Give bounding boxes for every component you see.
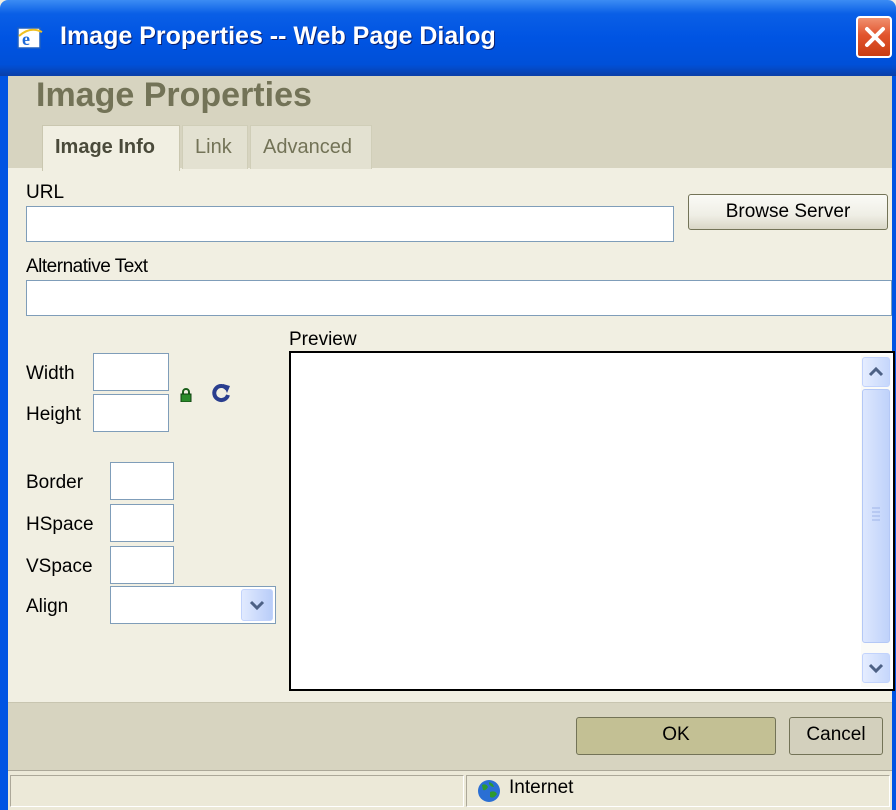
grip-icon [872,507,880,521]
scroll-down-button[interactable] [862,653,890,683]
width-label: Width [26,363,75,384]
scroll-thumb[interactable] [862,389,890,643]
border-input[interactable] [110,462,174,500]
refresh-icon[interactable] [210,382,232,404]
status-bar: Internet [8,770,892,810]
status-message-cell [10,775,464,807]
chevron-down-icon [249,600,265,611]
url-input[interactable] [26,206,674,242]
preview-label: Preview [289,329,357,350]
align-label: Align [26,596,69,617]
vspace-input[interactable] [110,546,174,584]
chevron-up-icon [868,366,884,377]
scroll-up-button[interactable] [862,357,890,387]
alt-text-input[interactable] [26,280,892,316]
alt-text-label: Alternative Text [26,256,148,277]
globe-icon [478,780,500,802]
zone-label: Internet [509,777,574,798]
window-titlebar[interactable]: e Image Properties -- Web Page Dialog [0,0,896,76]
dialog-body: Image Properties Image Info Link Advance… [8,76,895,810]
vspace-label: VSpace [26,556,93,577]
ie-icon: e [17,27,43,49]
close-button[interactable] [856,16,892,58]
url-label: URL [26,182,65,203]
tab-link[interactable]: Link [182,125,248,169]
window-frame-left [0,76,8,810]
hspace-input[interactable] [110,504,174,542]
browse-server-button[interactable]: Browse Server [688,194,888,230]
lock-icon[interactable] [180,388,192,402]
window-title: Image Properties -- Web Page Dialog [60,22,496,50]
align-dropdown-button[interactable] [241,589,273,621]
tab-advanced[interactable]: Advanced [250,125,372,169]
close-icon [865,27,885,47]
dialog-title: Image Properties [36,76,312,114]
cancel-button[interactable]: Cancel [789,717,883,755]
border-label: Border [26,472,84,493]
chevron-down-icon [868,663,884,674]
align-select[interactable] [110,586,276,624]
ok-button[interactable]: OK [576,717,776,755]
hspace-label: HSpace [26,514,94,535]
tab-image-info[interactable]: Image Info [42,125,180,171]
preview-area[interactable] [289,351,895,691]
dialog-footer: OK Cancel [8,702,892,774]
dialog-header: Image Properties Image Info Link Advance… [8,76,892,171]
width-input[interactable] [93,353,169,391]
height-label: Height [26,404,81,425]
preview-scrollbar[interactable] [861,355,891,687]
height-input[interactable] [93,394,169,432]
